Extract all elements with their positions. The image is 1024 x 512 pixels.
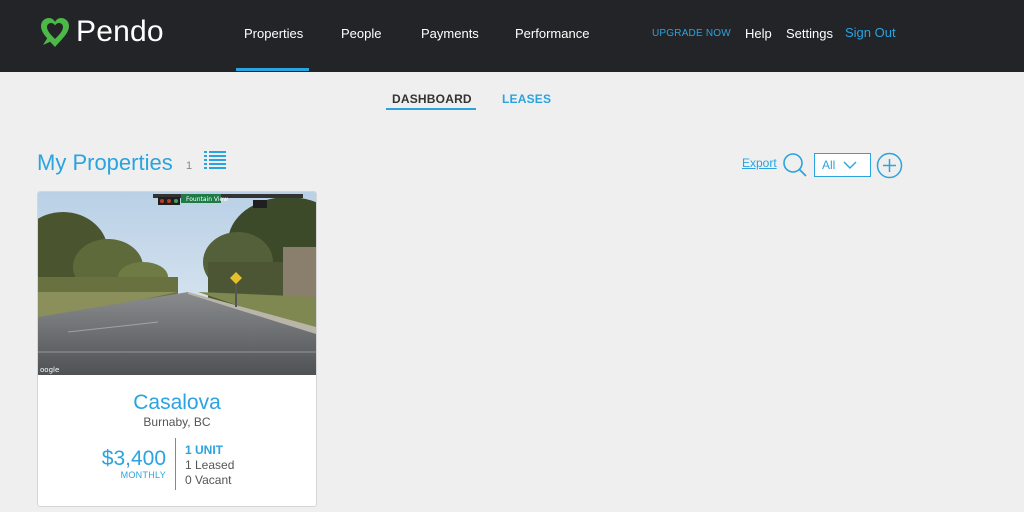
logo[interactable]: Pendo	[38, 12, 164, 52]
unit-count: 1 UNIT	[185, 443, 224, 457]
page-title: My Properties	[37, 150, 173, 175]
nav-payments[interactable]: Payments	[421, 26, 479, 41]
nav-properties[interactable]: Properties	[244, 26, 303, 41]
property-count: 1	[186, 160, 193, 172]
upgrade-now-link[interactable]: UPGRADE NOW	[652, 28, 731, 39]
filter-select[interactable]: All	[814, 153, 871, 177]
tab-leases[interactable]: LEASES	[502, 92, 551, 106]
search-icon[interactable]	[782, 152, 808, 183]
property-card[interactable]: Fountain View oogle Casalova Burnaby, BC…	[37, 191, 317, 507]
property-name[interactable]: Casalova	[38, 391, 316, 415]
top-navbar: Pendo Properties People Payments Perform…	[0, 0, 1024, 72]
map-attribution: oogle	[40, 366, 59, 374]
chevron-down-icon	[843, 161, 857, 169]
settings-link[interactable]: Settings	[786, 26, 833, 41]
property-photo[interactable]: Fountain View oogle	[38, 192, 316, 375]
stats-divider	[175, 438, 176, 490]
nav-performance[interactable]: Performance	[515, 26, 589, 41]
pendo-logo-icon	[41, 18, 69, 47]
leased-count: 1 Leased	[185, 458, 235, 472]
nav-active-indicator	[236, 68, 309, 71]
property-rent: $3,400	[101, 447, 166, 470]
tab-dashboard[interactable]: DASHBOARD	[392, 92, 472, 106]
help-link[interactable]: Help	[745, 26, 772, 41]
tab-active-indicator	[386, 108, 476, 110]
nav-people[interactable]: People	[341, 26, 381, 41]
export-link[interactable]: Export	[742, 156, 777, 170]
vacant-count: 0 Vacant	[185, 473, 232, 487]
filter-value: All	[822, 158, 836, 172]
sign-out-link[interactable]: Sign Out	[845, 25, 896, 40]
rent-period: MONTHLY	[120, 470, 166, 480]
logo-text: Pendo	[76, 15, 164, 48]
street-sign: Fountain View	[186, 196, 228, 203]
list-view-icon[interactable]	[204, 150, 226, 175]
add-icon[interactable]	[876, 152, 903, 184]
property-location: Burnaby, BC	[143, 415, 211, 429]
